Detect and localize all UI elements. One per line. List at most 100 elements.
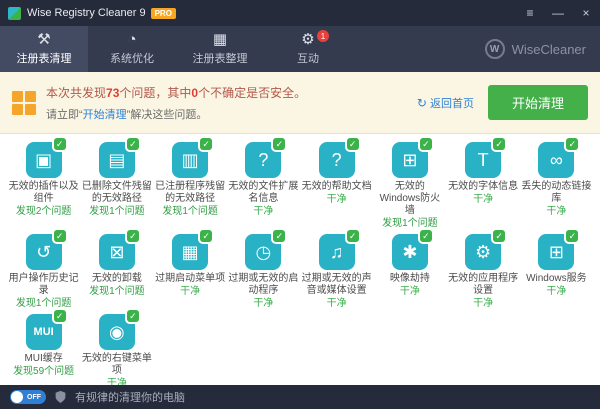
- tab-registry-defrag[interactable]: ▦ 注册表整理: [176, 26, 264, 72]
- item-status: 干净: [473, 298, 493, 310]
- item-label: Windows服务: [526, 273, 587, 285]
- check-icon: ✓: [200, 138, 212, 150]
- check-icon: ✓: [493, 138, 505, 150]
- check-icon: ✓: [566, 230, 578, 242]
- item-label: 用户操作历史记录: [9, 273, 79, 297]
- cleanup-item[interactable]: ▣✓无效的插件以及组件发现2个问题: [8, 142, 79, 230]
- speedometer-icon: ◔: [127, 32, 136, 48]
- item-status: 发现1个问题: [89, 206, 145, 218]
- start-clean-hint: 开始清理: [83, 109, 127, 121]
- item-status: 干净: [473, 194, 493, 206]
- status-tip-text: 有规律的清理你的电脑: [75, 389, 185, 405]
- close-icon[interactable]: ×: [572, 0, 600, 26]
- app-title: Wise Registry Cleaner 9: [27, 7, 146, 19]
- cleanup-item[interactable]: ◷✓过期或无效的启动程序干净: [228, 234, 299, 310]
- tab-label: 系统优化: [110, 50, 154, 66]
- cleanup-item[interactable]: T✓无效的字体信息干净: [448, 142, 519, 230]
- item-status: 干净: [546, 206, 566, 218]
- scan-result-text: 本次共发现73个问题，其中0个不确定是否安全。 请立即“开始清理”解决这些问题。: [46, 84, 417, 122]
- cleanup-item[interactable]: ✱✓映像劫持干净: [374, 234, 445, 310]
- check-icon: ✓: [566, 138, 578, 150]
- cleanup-item[interactable]: ↺✓用户操作历史记录发现1个问题: [8, 234, 79, 310]
- check-icon: ✓: [347, 138, 359, 150]
- check-icon: ✓: [54, 310, 66, 322]
- menu-icon[interactable]: ≡: [516, 0, 544, 26]
- check-icon: ✓: [420, 138, 432, 150]
- item-label: 过期启动菜单项: [155, 273, 225, 285]
- scan-hint-line: 请立即“开始清理”解决这些问题。: [46, 106, 417, 122]
- minimize-icon[interactable]: —: [544, 0, 572, 26]
- refresh-icon: ↻: [417, 96, 427, 110]
- item-label: 丢失的动态链接库: [521, 181, 591, 205]
- toggle-state-label: OFF: [27, 394, 41, 401]
- start-cleaning-button[interactable]: 开始清理: [488, 85, 588, 120]
- item-label: 过期或无效的声音或媒体设置: [302, 273, 372, 297]
- cleanup-item[interactable]: ♫✓过期或无效的声音或媒体设置干净: [301, 234, 372, 310]
- item-status: 干净: [253, 298, 273, 310]
- defrag-icon: ▦: [213, 32, 227, 48]
- item-status: 发现1个问题: [89, 286, 145, 298]
- check-icon: ✓: [273, 230, 285, 242]
- item-label: 无效的文件扩展名信息: [228, 181, 298, 205]
- tools-icon: ⚒: [37, 32, 50, 48]
- wisecleaner-logo-icon: W: [485, 39, 505, 59]
- scheduled-clean-toggle[interactable]: OFF: [10, 390, 46, 404]
- notification-badge: 1: [317, 30, 329, 42]
- scan-summary-line: 本次共发现73个问题，其中0个不确定是否安全。: [46, 84, 417, 101]
- check-icon: ✓: [127, 230, 139, 242]
- item-label: 无效的Windows防火墙: [375, 181, 445, 217]
- cleanup-item[interactable]: ⊞✓无效的Windows防火墙发现1个问题: [374, 142, 445, 230]
- cleanup-item[interactable]: ?✓无效的帮助文档干净: [301, 142, 372, 230]
- item-label: 映像劫持: [390, 273, 430, 285]
- cleanup-item[interactable]: ?✓无效的文件扩展名信息干净: [228, 142, 299, 230]
- check-icon: ✓: [273, 138, 285, 150]
- item-status: 发现1个问题: [16, 298, 72, 310]
- shield-icon: [54, 390, 67, 404]
- check-icon: ✓: [127, 310, 139, 322]
- tab-system-tuneup[interactable]: ◔ 系统优化: [88, 26, 176, 72]
- pro-badge: PRO: [151, 8, 176, 19]
- cleanup-item[interactable]: MUI✓MUI缓存发现59个问题: [8, 314, 79, 385]
- cleanup-item[interactable]: ⚙✓无效的应用程序设置干净: [448, 234, 519, 310]
- check-icon: ✓: [420, 230, 432, 242]
- grid-tiles-icon: [12, 91, 36, 115]
- back-home-link[interactable]: ↻ 返回首页: [417, 95, 474, 111]
- item-label: 无效的右键菜单项: [82, 353, 152, 377]
- tab-community[interactable]: ⚙ 互动 1: [264, 26, 352, 72]
- tab-label: 互动: [297, 50, 319, 66]
- item-status: 发现2个问题: [16, 206, 72, 218]
- item-label: MUI缓存: [24, 353, 62, 365]
- check-icon: ✓: [54, 138, 66, 150]
- brand-name: WiseCleaner: [512, 42, 586, 57]
- cleanup-item[interactable]: ▥✓已注册程序残留的无效路径发现1个问题: [155, 142, 226, 230]
- cleanup-category-grid: ▣✓无效的插件以及组件发现2个问题▤✓已删除文件残留的无效路径发现1个问题▥✓已…: [0, 134, 600, 385]
- banner-actions: ↻ 返回首页 开始清理: [417, 85, 588, 120]
- cleanup-item[interactable]: ◉✓无效的右键菜单项干净: [81, 314, 152, 385]
- item-label: 已删除文件残留的无效路径: [82, 181, 152, 205]
- item-label: 无效的插件以及组件: [9, 181, 79, 205]
- item-status: 干净: [253, 206, 273, 218]
- item-label: 无效的帮助文档: [302, 181, 372, 193]
- item-status: 发现1个问题: [382, 218, 438, 230]
- item-status: 发现59个问题: [13, 366, 74, 378]
- tab-registry-cleaner[interactable]: ⚒ 注册表清理: [0, 26, 88, 72]
- cleanup-item[interactable]: ▤✓已删除文件残留的无效路径发现1个问题: [81, 142, 152, 230]
- item-status: 干净: [107, 378, 127, 385]
- item-label: 已注册程序残留的无效路径: [155, 181, 225, 205]
- cleanup-item[interactable]: ∞✓丢失的动态链接库干净: [521, 142, 592, 230]
- check-icon: ✓: [200, 230, 212, 242]
- cleanup-item[interactable]: ▦✓过期启动菜单项干净: [155, 234, 226, 310]
- tab-label: 注册表清理: [17, 50, 72, 66]
- check-icon: ✓: [54, 230, 66, 242]
- check-icon: ✓: [127, 138, 139, 150]
- cleanup-item[interactable]: ⊠✓无效的卸载发现1个问题: [81, 234, 152, 310]
- brand-logo: W WiseCleaner: [485, 26, 600, 72]
- item-status: 干净: [327, 298, 347, 310]
- item-label: 过期或无效的启动程序: [228, 273, 298, 297]
- cleanup-item[interactable]: ⊞✓Windows服务干净: [521, 234, 592, 310]
- item-status: 干净: [327, 194, 347, 206]
- main-content: ▣✓无效的插件以及组件发现2个问题▤✓已删除文件残留的无效路径发现1个问题▥✓已…: [0, 134, 600, 385]
- toggle-knob: [11, 391, 23, 403]
- title-bar: Wise Registry Cleaner 9 PRO ≡ — ×: [0, 0, 600, 26]
- app-logo-icon: [8, 7, 21, 20]
